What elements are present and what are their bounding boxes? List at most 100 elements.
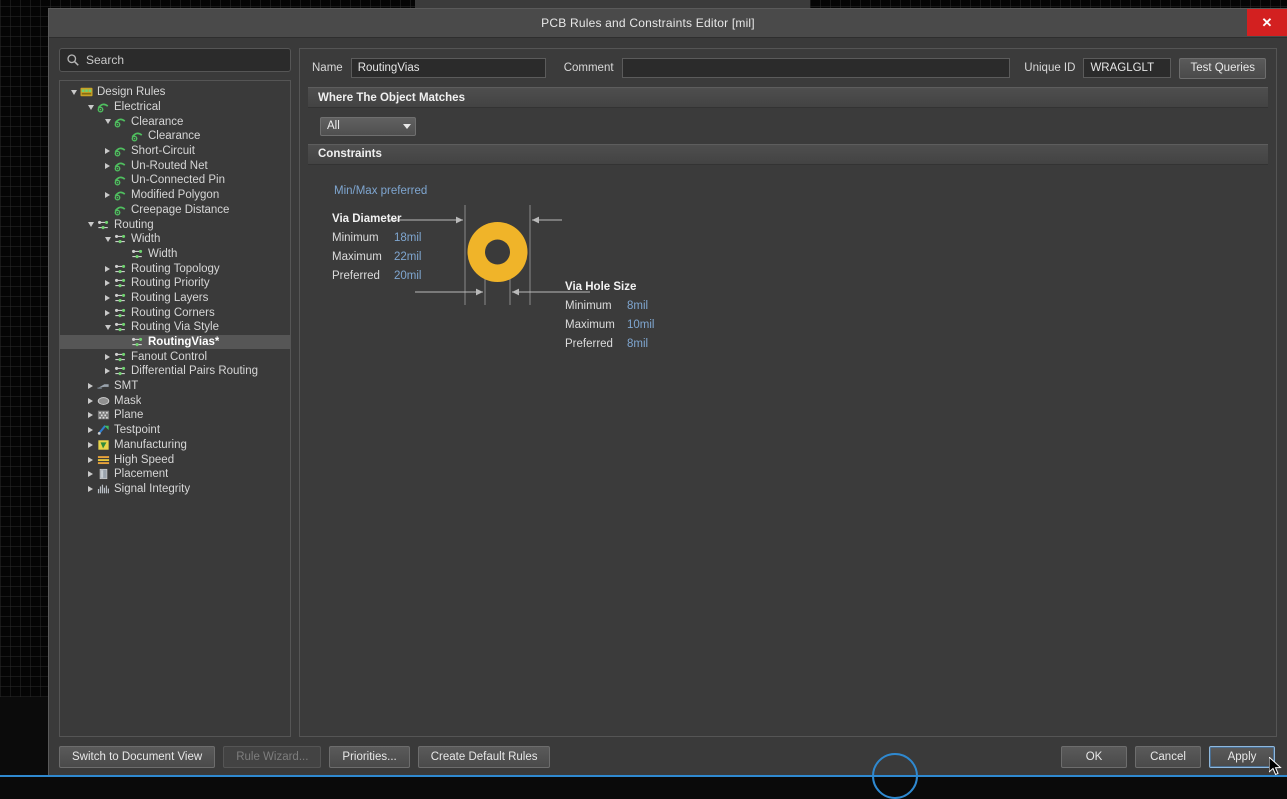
- tree-item-label: Mask: [114, 395, 141, 407]
- apply-button[interactable]: Apply: [1209, 746, 1275, 768]
- tree-item-un-connected-pin[interactable]: Un-Connected Pin: [60, 173, 290, 188]
- tree-item-routing-layers[interactable]: Routing Layers: [60, 291, 290, 306]
- via-hole-minimum-label: Minimum: [565, 300, 627, 312]
- priorities-button[interactable]: Priorities...: [329, 746, 409, 768]
- via-hole-minimum-value[interactable]: 8mil: [627, 300, 648, 312]
- tree-item-differential-pairs-routing[interactable]: Differential Pairs Routing: [60, 364, 290, 379]
- chevron-down-icon[interactable]: [68, 90, 79, 95]
- via-diameter-maximum-value[interactable]: 22mil: [394, 251, 421, 263]
- tree-item-clearance[interactable]: Clearance: [60, 129, 290, 144]
- tree-item-width[interactable]: Width: [60, 232, 290, 247]
- via-diameter-preferred-value[interactable]: 20mil: [394, 270, 421, 282]
- via-diameter-group: Via Diameter Minimum 18mil Maximum 22mil…: [332, 213, 452, 282]
- via-diameter-minimum-value[interactable]: 18mil: [394, 232, 421, 244]
- chevron-right-icon[interactable]: [102, 368, 113, 374]
- chevron-right-icon[interactable]: [102, 280, 113, 286]
- rule-comment-input[interactable]: [622, 58, 1011, 78]
- via-hole-maximum-label: Maximum: [565, 319, 627, 331]
- footer-left-buttons: Switch to Document View Rule Wizard... P…: [59, 746, 550, 768]
- via-hole-preferred-row: Preferred 8mil: [565, 338, 705, 350]
- chevron-right-icon[interactable]: [102, 354, 113, 360]
- electrical-icon: [130, 130, 145, 142]
- tree-item-creepage-distance[interactable]: Creepage Distance: [60, 203, 290, 218]
- taskbar-circle-indicator: [872, 753, 918, 799]
- create-default-rules-button[interactable]: Create Default Rules: [418, 746, 551, 768]
- tree-item-label: Creepage Distance: [131, 204, 229, 216]
- via-diameter-maximum-row: Maximum 22mil: [332, 251, 452, 263]
- search-input[interactable]: Search: [59, 48, 291, 72]
- rule-wizard-button: Rule Wizard...: [223, 746, 321, 768]
- via-diameter-minimum-row: Minimum 18mil: [332, 232, 452, 244]
- chevron-down-icon[interactable]: [102, 119, 113, 124]
- tree-item-routing[interactable]: Routing: [60, 217, 290, 232]
- routing-icon: [113, 321, 128, 333]
- tree-item-label: Differential Pairs Routing: [131, 365, 258, 377]
- search-input-text: Search: [86, 53, 124, 67]
- tree-item-width[interactable]: Width: [60, 247, 290, 262]
- switch-to-document-view-button[interactable]: Switch to Document View: [59, 746, 215, 768]
- tree-item-high-speed[interactable]: High Speed: [60, 452, 290, 467]
- mask-icon: [96, 395, 111, 407]
- tree-item-short-circuit[interactable]: Short-Circuit: [60, 144, 290, 159]
- via-hole-preferred-value[interactable]: 8mil: [627, 338, 648, 350]
- chevron-right-icon[interactable]: [85, 486, 96, 492]
- tree-item-plane[interactable]: Plane: [60, 408, 290, 423]
- chevron-right-icon[interactable]: [85, 457, 96, 463]
- tree-item-modified-polygon[interactable]: Modified Polygon: [60, 188, 290, 203]
- chevron-right-icon[interactable]: [85, 383, 96, 389]
- tree-item-routing-topology[interactable]: Routing Topology: [60, 261, 290, 276]
- electrical-icon: [113, 160, 128, 172]
- testpoint-icon: [96, 424, 111, 436]
- tree-item-routingvias[interactable]: RoutingVias*: [60, 335, 290, 350]
- tree-item-placement[interactable]: Placement: [60, 467, 290, 482]
- chevron-right-icon[interactable]: [102, 148, 113, 154]
- tree-item-clearance[interactable]: Clearance: [60, 114, 290, 129]
- via-hole-maximum-value[interactable]: 10mil: [627, 319, 654, 331]
- tree-item-manufacturing[interactable]: Manufacturing: [60, 438, 290, 453]
- match-scope-select[interactable]: All: [320, 117, 416, 136]
- via-diameter-preferred-row: Preferred 20mil: [332, 270, 452, 282]
- chevron-right-icon[interactable]: [102, 310, 113, 316]
- min-max-preferred-link[interactable]: Min/Max preferred: [334, 185, 427, 197]
- electrical-icon: [113, 116, 128, 128]
- chevron-right-icon[interactable]: [102, 266, 113, 272]
- tree-item-label: Design Rules: [97, 86, 165, 98]
- chevron-down-icon[interactable]: [85, 222, 96, 227]
- tree-item-mask[interactable]: Mask: [60, 393, 290, 408]
- chevron-down-icon[interactable]: [102, 237, 113, 242]
- chevron-right-icon[interactable]: [85, 398, 96, 404]
- tree-item-label: Electrical: [114, 101, 161, 113]
- close-icon[interactable]: ✕: [1247, 9, 1287, 36]
- via-diameter-maximum-label: Maximum: [332, 251, 394, 263]
- tree-item-design-rules[interactable]: Design Rules: [60, 85, 290, 100]
- design-rules-tree[interactable]: Design RulesElectricalClearanceClearance…: [59, 80, 291, 737]
- chevron-right-icon[interactable]: [102, 192, 113, 198]
- tree-item-signal-integrity[interactable]: Signal Integrity: [60, 482, 290, 497]
- test-queries-button[interactable]: Test Queries: [1179, 58, 1266, 79]
- chevron-right-icon[interactable]: [102, 295, 113, 301]
- tree-item-un-routed-net[interactable]: Un-Routed Net: [60, 158, 290, 173]
- tree-item-routing-via-style[interactable]: Routing Via Style: [60, 320, 290, 335]
- tree-item-electrical[interactable]: Electrical: [60, 100, 290, 115]
- tree-item-fanout-control[interactable]: Fanout Control: [60, 349, 290, 364]
- chevron-down-icon[interactable]: [85, 105, 96, 110]
- chevron-right-icon[interactable]: [85, 442, 96, 448]
- chevron-down-icon[interactable]: [102, 325, 113, 330]
- chevron-right-icon[interactable]: [85, 412, 96, 418]
- ok-button[interactable]: OK: [1061, 746, 1127, 768]
- tree-item-testpoint[interactable]: Testpoint: [60, 423, 290, 438]
- chevron-right-icon[interactable]: [85, 471, 96, 477]
- via-hole-size-title: Via Hole Size: [565, 281, 705, 293]
- unique-id-input[interactable]: WRAGLGLT: [1083, 58, 1171, 78]
- cancel-button[interactable]: Cancel: [1135, 746, 1201, 768]
- tree-item-routing-corners[interactable]: Routing Corners: [60, 305, 290, 320]
- rule-name-input[interactable]: RoutingVias: [351, 58, 546, 78]
- chevron-right-icon[interactable]: [102, 163, 113, 169]
- tree-item-label: Clearance: [148, 130, 200, 142]
- tree-item-smt[interactable]: SMT: [60, 379, 290, 394]
- dialog-body: Search Design RulesElectricalClearanceCl…: [49, 38, 1287, 737]
- tree-item-label: Un-Routed Net: [131, 160, 208, 172]
- tree-item-routing-priority[interactable]: Routing Priority: [60, 276, 290, 291]
- pcb-rules-dialog: PCB Rules and Constraints Editor [mil] ✕…: [48, 8, 1287, 777]
- chevron-right-icon[interactable]: [85, 427, 96, 433]
